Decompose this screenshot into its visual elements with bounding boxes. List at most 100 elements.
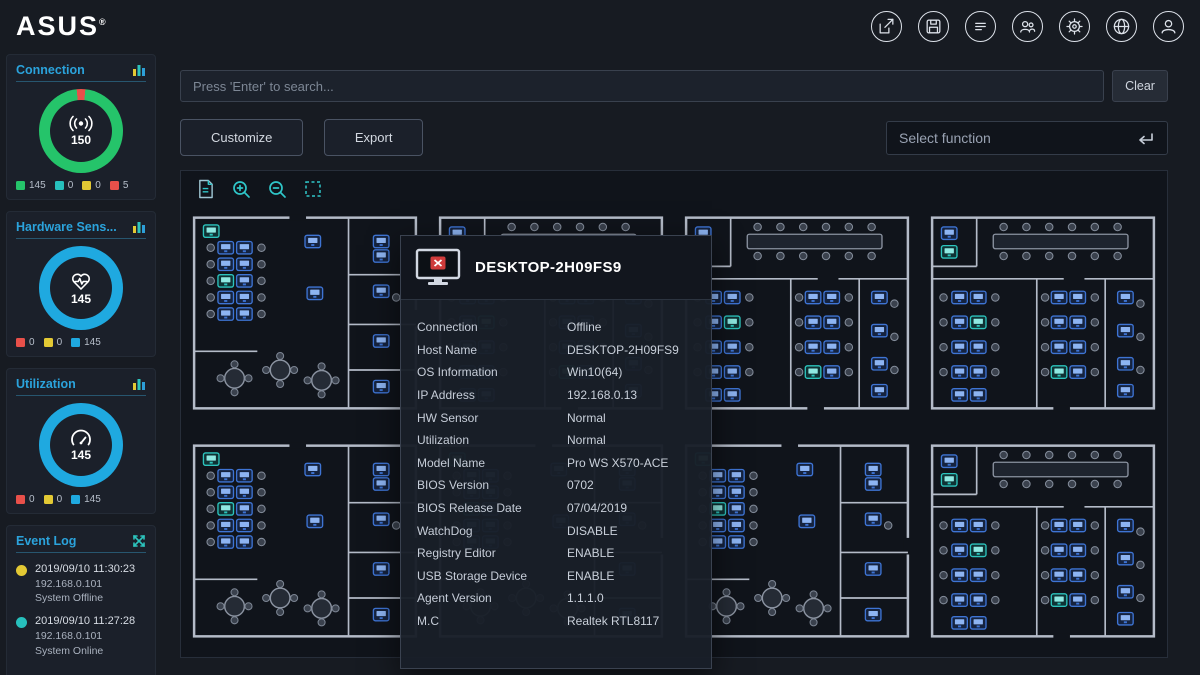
tooltip-row-label: WatchDog [417,524,567,538]
legend-item[interactable]: 0 [82,180,101,191]
clear-button[interactable]: Clear [1112,70,1168,102]
event-status-dot [16,565,27,576]
hardware-sensor-card-title: Hardware Sens... [16,220,117,234]
header-icon-group [871,11,1184,42]
account-icon[interactable] [1153,11,1184,42]
export-button[interactable]: Export [324,119,424,156]
tooltip-row: Registry EditorENABLE [417,542,695,565]
zoom-out-icon[interactable] [265,177,289,201]
hardware-sensor-total: 145 [71,292,91,306]
tooltip-row-label: Utilization [417,433,567,447]
tooltip-row: Model NamePro WS X570-ACE [417,452,695,475]
zoom-in-icon[interactable] [229,177,253,201]
tooltip-row-label: IP Address [417,388,567,402]
tooltip-title: DESKTOP-2H09FS9 [475,259,622,276]
canvas-toolbar [193,177,325,201]
tooltip-row-value: 192.168.0.13 [567,388,637,402]
tooltip-row-label: USB Storage Device [417,569,567,583]
connection-total: 150 [71,133,91,147]
tooltip-row-label: BIOS Release Date [417,501,567,515]
tooltip-row-value: Normal [567,433,606,447]
tooltip-row: Agent Version1.1.1.0 [417,587,695,610]
tooltip-row-label: Model Name [417,456,567,470]
settings-icon[interactable] [1059,11,1090,42]
event-status-dot [16,617,27,628]
event-status: System Offline [35,591,135,605]
tooltip-row-value: ENABLE [567,569,614,583]
tooltip-row-label: Registry Editor [417,546,567,560]
tooltip-row-value: ENABLE [567,546,614,560]
floor-plan[interactable] [191,435,419,647]
enter-arrow-icon [1135,131,1155,146]
select-function-dropdown[interactable]: Select function [886,121,1168,155]
tooltip-row: ConnectionOffline [417,316,695,339]
document-icon[interactable] [193,177,217,201]
event-log-entry[interactable]: 2019/09/10 11:30:23 192.168.0.101 System… [16,563,146,605]
tooltip-row: M.CRealtek RTL8117 [417,610,695,633]
event-log-entry[interactable]: 2019/09/10 11:27:28 192.168.0.101 System… [16,615,146,657]
floor-plan[interactable] [929,207,1157,419]
event-time: 2019/09/10 11:30:23 [35,563,135,575]
accounts-group-icon[interactable] [1012,11,1043,42]
legend-item[interactable]: 0 [55,180,74,191]
tooltip-row: UtilizationNormal [417,429,695,452]
legend-item[interactable]: 0 [44,337,63,348]
gauge-icon [69,429,93,447]
connection-donut[interactable]: 150 [39,89,123,173]
tooltip-row-value: 07/04/2019 [567,501,627,515]
tooltip-row-value: DESKTOP-2H09FS9 [567,343,679,357]
legend-item[interactable]: 5 [110,180,129,191]
report-icon[interactable] [965,11,996,42]
legend-item[interactable]: 145 [71,337,101,348]
tooltip-row-label: OS Information [417,365,567,379]
legend-item[interactable]: 145 [71,494,101,505]
tooltip-row-value: 0702 [567,478,594,492]
device-tooltip: DESKTOP-2H09FS9 ConnectionOffline Host N… [400,235,712,669]
hardware-sensor-donut[interactable]: 145 [39,246,123,330]
event-status: System Online [35,644,135,658]
legend-item[interactable]: 0 [16,337,35,348]
tooltip-row-value: DISABLE [567,524,618,538]
tooltip-body: ConnectionOffline Host NameDESKTOP-2H09F… [401,300,711,632]
event-log-title: Event Log [16,534,76,548]
legend-item[interactable]: 145 [16,180,46,191]
asus-logo: ASUS® [16,13,106,40]
tooltip-header: DESKTOP-2H09FS9 [401,236,711,300]
utilization-donut[interactable]: 145 [39,403,123,487]
legend-item[interactable]: 0 [44,494,63,505]
tooltip-row-value: Normal [567,411,606,425]
tooltip-row: Host NameDESKTOP-2H09FS9 [417,339,695,362]
heart-pulse-icon [69,271,93,291]
floor-plan[interactable] [191,207,419,419]
event-ip: 192.168.0.101 [35,629,135,643]
deployment-icon[interactable] [871,11,902,42]
event-ip: 192.168.0.101 [35,577,135,591]
tooltip-row: HW SensorNormal [417,406,695,429]
event-time: 2019/09/10 11:27:28 [35,615,135,627]
connection-card-title: Connection [16,63,85,77]
top-bar: ASUS® [0,0,1200,52]
tooltip-row: BIOS Release Date07/04/2019 [417,497,695,520]
tooltip-row: OS InformationWin10(64) [417,361,695,384]
mini-chart-icon [132,64,146,76]
backup-icon[interactable] [918,11,949,42]
floor-plan[interactable] [929,435,1157,647]
expand-icon[interactable] [132,534,146,548]
customize-button[interactable]: Customize [180,119,303,156]
marquee-select-icon[interactable] [301,177,325,201]
connection-card: Connection 150 145 0 0 5 [6,54,156,200]
offline-monitor-icon [415,248,461,288]
floor-plan[interactable] [683,207,911,419]
search-input[interactable] [180,70,1104,102]
event-log-card: Event Log 2019/09/10 11:30:23 192.168.0.… [6,525,156,675]
network-icon[interactable] [1106,11,1137,42]
legend-item[interactable]: 0 [16,494,35,505]
tooltip-row: IP Address192.168.0.13 [417,384,695,407]
hardware-sensor-card: Hardware Sens... 145 0 0 145 [6,211,156,357]
tooltip-row-label: Host Name [417,343,567,357]
select-function-label: Select function [899,130,991,146]
utilization-card: Utilization 145 0 0 145 [6,368,156,514]
floor-plan[interactable] [683,435,911,647]
tooltip-row-label: Connection [417,320,567,334]
tooltip-row: USB Storage DeviceENABLE [417,565,695,588]
